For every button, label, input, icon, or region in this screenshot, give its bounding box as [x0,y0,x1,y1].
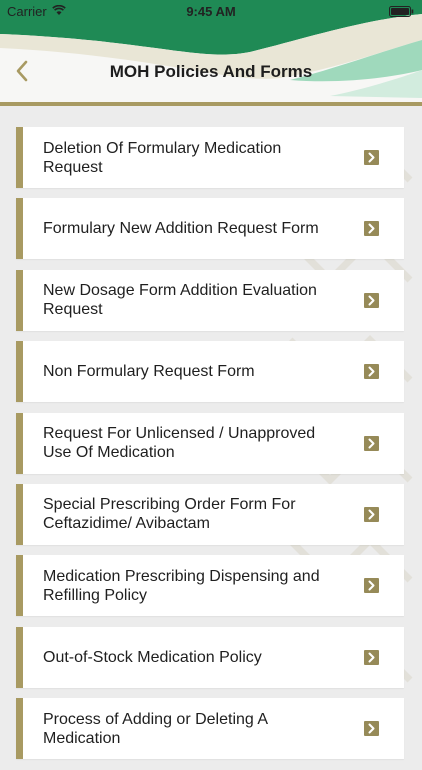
chevron-right-icon[interactable] [364,649,379,665]
list-item[interactable]: Formulary New Addition Request Form [16,198,404,260]
list-item[interactable]: Non Formulary Request Form [16,341,404,403]
chevron-right-icon[interactable] [364,150,379,165]
list-item[interactable]: Deletion Of Formulary Medication Request [16,127,404,188]
list-item-label: Formulary New Addition Request Form [43,220,319,238]
header-divider [0,102,422,106]
chevron-right-icon[interactable] [364,578,379,594]
policies-list: Deletion Of Formulary Medication Request… [16,127,404,770]
chevron-right-icon[interactable] [364,506,379,522]
list-item-label: Request For Unlicensed / Unapproved Use … [43,425,316,462]
list-item-label: Special Prescribing Order Form For Cefta… [43,496,296,533]
chevron-right-icon[interactable] [364,292,379,308]
chevron-right-icon[interactable] [364,721,379,737]
list-item[interactable]: Medication Prescribing Dispensing and Re… [16,555,404,617]
list-item-label: Deletion Of Formulary Medication Request [43,139,282,176]
list-item-label: Out-of-Stock Medication Policy [43,648,262,666]
page-title: MOH Policies And Forms [109,62,313,81]
list-item[interactable]: New Dosage Form Addition Evaluation Requ… [16,269,404,331]
list-item-label: Medication Prescribing Dispensing and Re… [43,567,320,604]
list-item-label: New Dosage Form Addition Evaluation Requ… [43,282,317,319]
status-bar: Carrier 9:45 AM [0,0,422,22]
chevron-right-icon[interactable] [364,221,379,237]
app-header: Carrier 9:45 AM MOH Policies And Forms [0,0,422,106]
chevron-right-icon[interactable] [364,364,379,380]
list-item-label: Non Formulary Request Form [43,363,255,381]
list-item[interactable]: Special Prescribing Order Form For Cefta… [16,483,404,545]
list-item[interactable]: Out-of-Stock Medication Policy [16,626,404,688]
chevron-right-icon[interactable] [364,435,379,451]
clock-time: 9:45 AM [186,4,236,19]
list-item[interactable]: Request For Unlicensed / Unapproved Use … [16,412,404,474]
battery-icon [389,5,414,20]
